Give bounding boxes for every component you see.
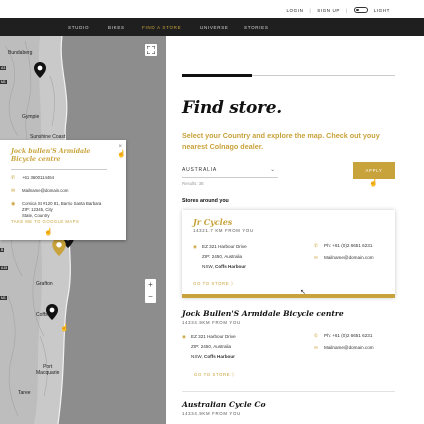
store-distance: 14334.9KM FROM YOU bbox=[182, 320, 241, 325]
nav-item-studio[interactable]: STUDIO bbox=[68, 25, 108, 30]
apply-button[interactable]: APPLY bbox=[353, 162, 395, 179]
popup-address: ◉ Corsica St #120 81, Barrio Santa Barba… bbox=[11, 201, 118, 219]
chevron-down-icon: ⌄ bbox=[270, 167, 276, 173]
progress-bar bbox=[182, 74, 252, 77]
utility-bar: LOGIN | SIGN UP | LIGHT bbox=[0, 0, 424, 18]
road-badge: A3 bbox=[0, 66, 7, 70]
nav-item-stories[interactable]: STORIES bbox=[244, 25, 269, 30]
map-marker-icon[interactable] bbox=[34, 62, 46, 78]
address-line: EZ 321 Harbour Drive bbox=[191, 334, 236, 339]
signup-link[interactable]: SIGN UP bbox=[317, 8, 340, 13]
zoom-in-button[interactable]: + bbox=[145, 279, 156, 291]
address-line: NSW, bbox=[202, 264, 216, 269]
zoom-control: + − bbox=[145, 279, 156, 303]
divider: | bbox=[309, 7, 312, 13]
zoom-out-button[interactable]: − bbox=[145, 291, 156, 303]
road-badge: A15 bbox=[0, 266, 9, 270]
address-line: NSW, bbox=[191, 354, 205, 359]
active-indicator bbox=[182, 294, 395, 298]
store-name: Jr Cycles bbox=[193, 217, 233, 227]
map-label-grafton: Grafton bbox=[36, 281, 53, 287]
country-value: AUSTRALIA bbox=[182, 167, 217, 173]
progress-track bbox=[252, 75, 395, 76]
store-email[interactable]: Mailname@domain.com bbox=[324, 345, 374, 350]
stores-around-heading: Stores around you bbox=[182, 198, 229, 204]
popup-phone: ✆ +61 3600114464 bbox=[11, 175, 118, 181]
country-select[interactable]: AUSTRALIA ⌄ bbox=[182, 164, 278, 178]
address-line: EZ 321 Harbour Drive bbox=[202, 244, 247, 249]
phone-icon: ✆ bbox=[314, 243, 318, 248]
map-label-gympie: Gympie bbox=[22, 114, 40, 120]
store-address: ◉ EZ 321 Harbour Drive ZIP: 2450, Austral… bbox=[182, 332, 236, 362]
store-phone: Ph: +61 (0)2 6651 6231 bbox=[324, 333, 373, 338]
nav-item-bikes[interactable]: BIKES bbox=[108, 25, 142, 30]
results-count: Results: 38 bbox=[182, 181, 204, 186]
store-contact: ✆ Ph: +61 (0)2 6651 6231 ✉ Mailname@domain… bbox=[314, 330, 374, 354]
address-city: Coffs Harbour bbox=[204, 354, 235, 359]
road-badge: B bbox=[0, 248, 5, 252]
map-marker-icon[interactable] bbox=[46, 304, 58, 320]
phone-icon: ✆ bbox=[11, 175, 16, 181]
store-card[interactable]: Jock Bullen'S Armidale Bicycle centre 14… bbox=[182, 306, 395, 394]
phone-icon: ✆ bbox=[314, 333, 318, 338]
popup-email: ✉ Mailname@domain.com bbox=[11, 188, 118, 194]
mail-icon: ✉ bbox=[314, 345, 318, 350]
cursor-icon: ☝ bbox=[44, 229, 53, 236]
address-city: Coffs Harbour bbox=[215, 264, 246, 269]
location-icon: ◉ bbox=[11, 201, 16, 207]
divider bbox=[182, 391, 395, 392]
cursor-icon: ☝ bbox=[117, 151, 126, 158]
location-icon: ◉ bbox=[193, 244, 198, 249]
fullscreen-icon bbox=[147, 46, 155, 54]
go-to-store-link[interactable]: GO TO STORE 〉 bbox=[194, 372, 237, 378]
popup-address-line: Corsica St #120 81, Barrio Santa Barbara bbox=[22, 201, 102, 206]
fullscreen-button[interactable] bbox=[145, 44, 157, 56]
store-popup: × ☝ Jock bullen'S Armidale Bicycle centr… bbox=[0, 140, 126, 240]
divider: | bbox=[345, 7, 348, 13]
popup-address-line: ZIP: 12345, City bbox=[22, 207, 53, 212]
address-line: ZIP: 2450, Australia bbox=[202, 254, 243, 259]
popup-email-text[interactable]: Mailname@domain.com bbox=[22, 188, 68, 194]
popup-address-line: State, Country bbox=[22, 213, 50, 218]
store-distance: 14334.9KM FROM YOU bbox=[182, 411, 241, 416]
nav-item-find-a-store[interactable]: FIND A STORE bbox=[142, 25, 200, 30]
map-label-port-macquarie: Port Macquarie bbox=[36, 364, 60, 376]
store-address: ◉ EZ 321 Harbour Drive ZIP: 2450, Austral… bbox=[193, 242, 247, 272]
utility-links: LOGIN | SIGN UP | LIGHT bbox=[286, 7, 390, 13]
theme-toggle[interactable] bbox=[353, 7, 368, 13]
cursor-icon: ☝ bbox=[60, 325, 69, 332]
store-distance: 14321.7 KM FROM YOU bbox=[193, 228, 254, 233]
store-name: Australian Cycle Co bbox=[182, 400, 266, 409]
mail-icon: ✉ bbox=[11, 188, 16, 194]
store-contact: ✆ Ph: +61 (0)2 6651 6231 ✉ Mailname@domain… bbox=[314, 240, 374, 264]
popup-store-name: Jock bullen'S Armidale Bicycle centre bbox=[11, 148, 91, 163]
map-marker-active-icon[interactable] bbox=[52, 238, 66, 256]
mail-icon: ✉ bbox=[314, 255, 318, 260]
address-line: ZIP: 2450, Australia bbox=[191, 344, 232, 349]
road-badge: M1 bbox=[0, 296, 7, 300]
road-badge: M1 bbox=[0, 80, 7, 84]
store-map[interactable]: Bundaberg Gympie Sunshine Coast Grafton … bbox=[0, 36, 166, 424]
popup-phone-text: +61 3600114464 bbox=[22, 175, 55, 180]
google-maps-link[interactable]: TAKE ME TO GOOGLE MAPS bbox=[11, 219, 118, 224]
page-title: Find store. bbox=[182, 98, 282, 118]
intro-text: Select your Country and explore the map.… bbox=[182, 131, 380, 151]
location-icon: ◉ bbox=[182, 334, 187, 339]
theme-label: LIGHT bbox=[373, 7, 390, 13]
main-nav: STUDIO BIKES FIND A STORE UNIVERSE STORI… bbox=[0, 18, 424, 36]
store-finder-panel: Find store. Select your Country and expl… bbox=[166, 36, 424, 424]
cursor-icon: ☝ bbox=[369, 180, 378, 187]
go-to-store-link[interactable]: GO TO STORE 〉 bbox=[193, 281, 236, 287]
nav-item-universe[interactable]: UNIVERSE bbox=[200, 25, 244, 30]
login-link[interactable]: LOGIN bbox=[286, 8, 303, 13]
divider bbox=[11, 169, 107, 170]
map-label-bundaberg: Bundaberg bbox=[8, 50, 33, 56]
store-email[interactable]: Mailname@domain.com bbox=[324, 255, 374, 260]
store-phone: Ph: +61 (0)2 6651 6231 bbox=[324, 243, 373, 248]
store-card[interactable]: Australian Cycle Co 14334.9KM FROM YOU bbox=[182, 396, 395, 424]
store-card[interactable]: Jr Cycles 14321.7 KM FROM YOU ◉ EZ 321 Ha… bbox=[182, 210, 395, 298]
map-label-taree: Taree bbox=[18, 390, 31, 396]
store-name: Jock Bullen'S Armidale Bicycle centre bbox=[182, 309, 344, 318]
